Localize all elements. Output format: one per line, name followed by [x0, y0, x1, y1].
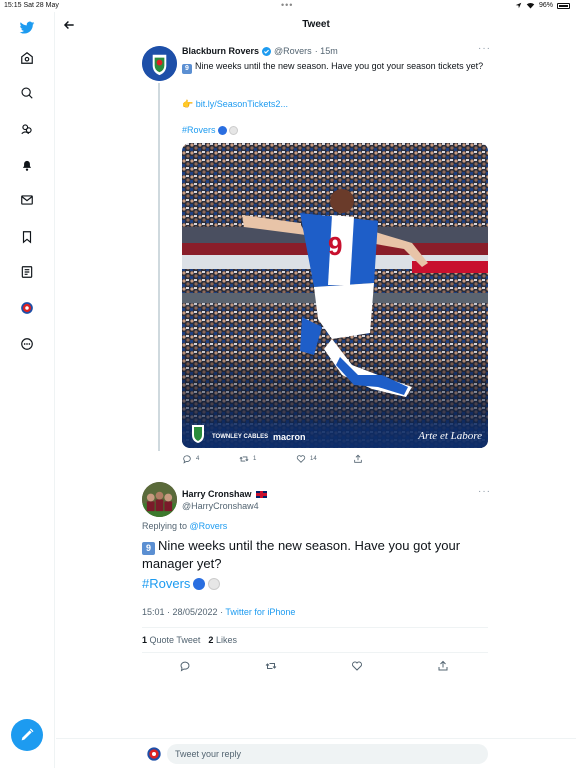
likes-label: Likes: [215, 635, 237, 645]
verified-badge-icon: [262, 46, 272, 56]
notifications-icon[interactable]: [17, 155, 37, 175]
tweet2-handle[interactable]: @HarryCronshaw4: [182, 501, 259, 511]
status-time: 15:15 Sat 28 May: [4, 2, 59, 9]
messages-icon[interactable]: [17, 190, 37, 210]
tweet2-hashtag-row: #Rovers: [142, 576, 221, 591]
twitter-logo-icon[interactable]: [17, 18, 37, 38]
tweet1-reply-button[interactable]: 4: [182, 454, 199, 464]
status-right: 96%: [515, 2, 570, 9]
tweet1-like-button[interactable]: 14: [296, 454, 317, 464]
tweet2-actions: [142, 660, 488, 674]
white-circle-emoji: [228, 125, 238, 135]
keycap-nine-emoji: 9: [142, 542, 155, 555]
divider: [142, 652, 488, 653]
quote-label: Quote Tweet: [149, 635, 201, 645]
tweet2-hashtag[interactable]: #Rovers: [142, 576, 190, 591]
tweet2-text: 9 Nine weeks until the new season. Have y…: [142, 537, 487, 572]
reply-bar: [56, 738, 576, 768]
multitasking-dots-icon[interactable]: •••: [281, 0, 293, 10]
retweet-icon: [239, 456, 249, 462]
blue-circle-emoji: [217, 125, 227, 135]
retweet-icon[interactable]: [265, 660, 277, 672]
status-bar: 15:15 Sat 28 May ••• 96%: [0, 0, 576, 12]
pointing-hand-emoji: 👉: [182, 99, 194, 109]
tweet1-retweet-count: 1: [253, 456, 257, 462]
like-icon[interactable]: [351, 660, 363, 672]
svg-text:9: 9: [328, 231, 342, 261]
page-header: Tweet: [56, 12, 576, 38]
profile-icon[interactable]: [17, 298, 37, 318]
tweet2-timestamp[interactable]: 15:01 · 28/05/2022 ·: [142, 607, 225, 617]
user-avatar: [145, 745, 162, 762]
tweet1-share-button[interactable]: [353, 454, 363, 464]
tweet1-time[interactable]: · 15m: [315, 46, 338, 56]
tweet1-reply-count: 4: [196, 456, 200, 462]
harry-avatar[interactable]: [142, 482, 177, 517]
blue-circle-emoji: [193, 577, 206, 590]
sponsor-macron-label: macron: [273, 432, 306, 442]
reply-input[interactable]: [167, 744, 488, 764]
battery-percent: 96%: [538, 2, 553, 9]
tweet1-header: Blackburn Rovers @Rovers · 15m: [182, 46, 338, 56]
rovers-avatar[interactable]: [142, 46, 177, 81]
tweet1-retweet-button[interactable]: 1: [239, 454, 256, 464]
tweet2-source[interactable]: Twitter for iPhone: [225, 607, 295, 617]
replying-to-handle[interactable]: @Rovers: [190, 521, 228, 531]
tweet1-handle[interactable]: @Rovers: [274, 46, 312, 56]
like-count: 2: [208, 635, 214, 645]
replying-to-label: Replying to: [142, 521, 188, 531]
home-icon[interactable]: [17, 48, 37, 68]
reply-icon[interactable]: [179, 660, 191, 672]
like-icon: [296, 455, 306, 463]
sponsor-townley-label: TOWNLEY CABLES: [212, 434, 268, 440]
tweet1-more-icon[interactable]: ···: [478, 43, 491, 54]
tweet1-author-name[interactable]: Blackburn Rovers: [182, 46, 259, 56]
tweet2-stats: 1 Quote Tweet 2 Likes: [142, 635, 237, 645]
explore-icon[interactable]: [17, 83, 37, 103]
quote-count: 1: [142, 635, 148, 645]
tweet2-author-name[interactable]: Harry Cronshaw: [182, 489, 252, 499]
tweet1-like-count: 14: [310, 456, 317, 462]
keycap-nine-emoji: 9: [182, 64, 192, 74]
tweet1-text: 9 Nine weeks until the new season. Have y…: [182, 60, 487, 74]
share-icon: [354, 454, 362, 463]
thread-connector-line: [158, 83, 160, 451]
divider: [142, 627, 488, 628]
bookmarks-icon[interactable]: [17, 227, 37, 247]
share-icon[interactable]: [437, 660, 449, 672]
tweet2-header: Harry Cronshaw: [182, 489, 267, 499]
location-icon: [515, 2, 522, 9]
page-title: Tweet: [302, 19, 330, 30]
white-circle-emoji: [208, 577, 221, 590]
lists-icon[interactable]: [17, 262, 37, 282]
wifi-icon: [526, 2, 535, 9]
tweet1-actions: 4 1 14: [182, 454, 382, 466]
sidebar: [0, 12, 55, 768]
replying-to-row: Replying to @Rovers: [142, 521, 227, 531]
tweet1-hashtag-row: #Rovers: [182, 125, 238, 135]
tweet1-link-row: 👉 bit.ly/SeasonTickets2...: [182, 99, 288, 110]
likes-stat[interactable]: 2 Likes: [208, 635, 237, 645]
tweet2-body: Nine weeks until the new season. Have yo…: [142, 538, 461, 571]
tweet1-photo[interactable]: 9 TOWNLEY CABLES macron Arte et Labore: [182, 143, 488, 448]
tweet2-meta: 15:01 · 28/05/2022 · Twitter for iPhone: [142, 607, 295, 617]
battery-icon: [557, 2, 570, 9]
reply-icon: [183, 455, 191, 464]
motto-label: Arte et Labore: [417, 430, 482, 442]
more-icon[interactable]: [17, 334, 37, 354]
uk-flag-emoji: [255, 490, 267, 498]
communities-icon[interactable]: [17, 119, 37, 139]
compose-tweet-button[interactable]: [11, 719, 43, 751]
tweet1-link[interactable]: bit.ly/SeasonTickets2...: [196, 99, 288, 109]
tweet1-body: Nine weeks until the new season. Have yo…: [195, 61, 484, 71]
compose-tweet-icon: [21, 728, 34, 741]
quote-tweets-stat[interactable]: 1 Quote Tweet: [142, 635, 200, 645]
tweet2-more-icon[interactable]: ···: [478, 486, 491, 497]
tweet1-hashtag[interactable]: #Rovers: [182, 125, 216, 135]
